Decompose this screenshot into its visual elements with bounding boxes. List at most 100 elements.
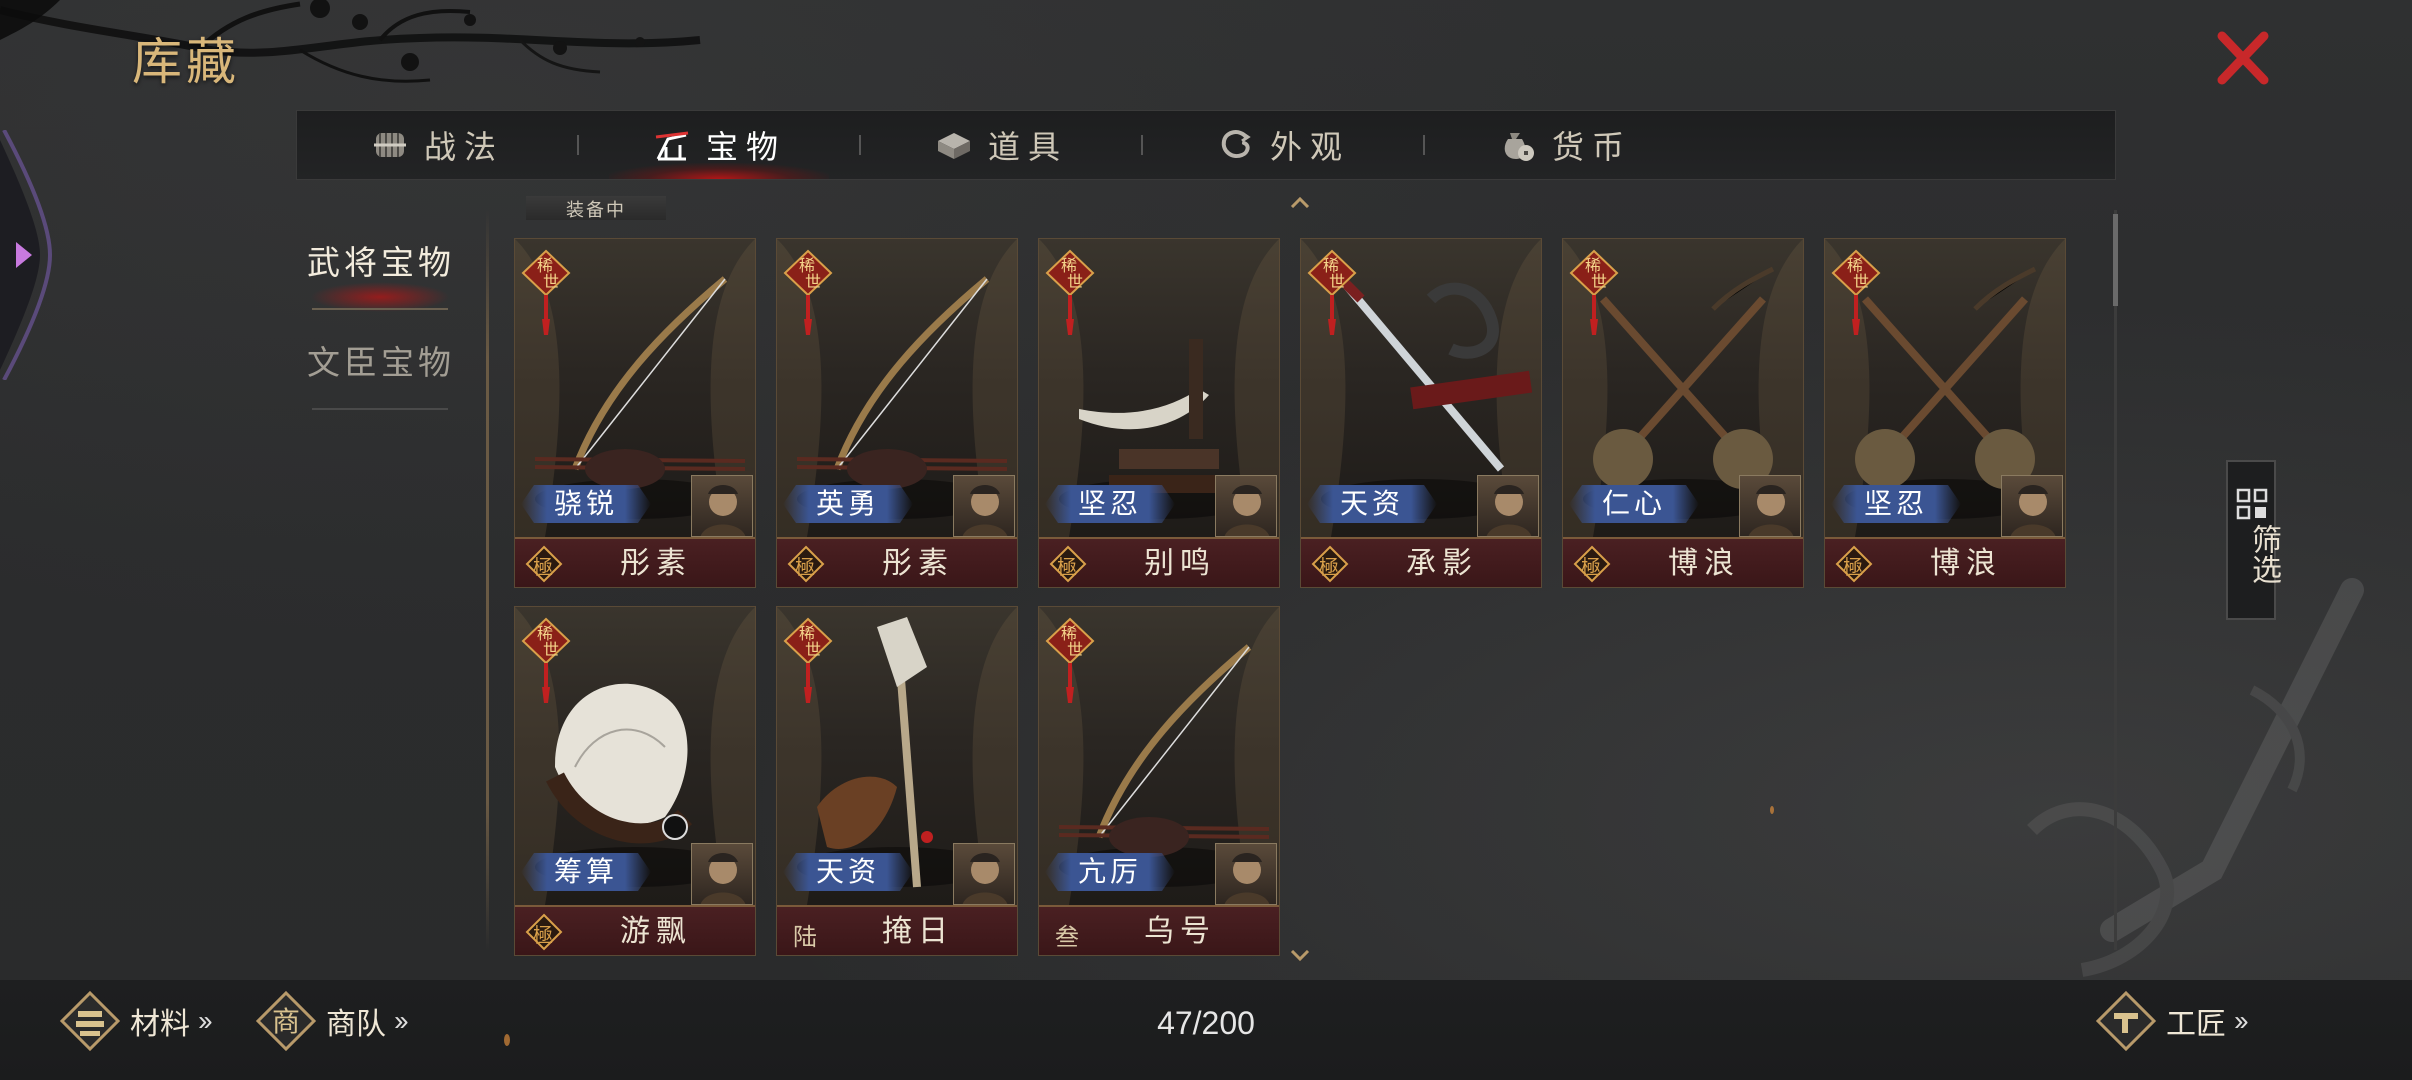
tab-label: 宝物	[705, 128, 786, 166]
filter-label: 筛选	[2246, 524, 2281, 584]
treasure-card[interactable]: 稀世坚忍極 别鸣	[1038, 238, 1280, 588]
trait-tag: 英勇	[783, 485, 913, 523]
chest-icon	[937, 133, 970, 159]
card-footer: 極 别鸣	[1039, 537, 1279, 587]
page-title: 库藏	[132, 33, 240, 91]
svg-text:世: 世	[543, 640, 559, 659]
storage-count: 47/200	[1157, 1005, 1255, 1041]
grade-label: 極	[1319, 555, 1339, 579]
tab-tactics[interactable]: 战法	[297, 111, 577, 179]
scrollbar-track[interactable]	[2114, 210, 2117, 950]
svg-text:商: 商	[272, 1005, 300, 1038]
treasure-card[interactable]: 稀世英勇極 彤素	[776, 238, 1018, 588]
card-footer: 極 承影	[1301, 537, 1541, 587]
tab-label: 战法	[423, 128, 504, 166]
subnav-divider	[312, 308, 448, 310]
subnav-divider	[312, 408, 448, 410]
rarity-badge-icon: 稀世	[521, 249, 571, 335]
rarity-badge-icon: 稀世	[1569, 249, 1619, 335]
caravan-icon: 商	[255, 990, 317, 1052]
grid-icon	[2236, 488, 2268, 520]
treasure-name: 游飘	[620, 914, 692, 949]
svg-text:世: 世	[805, 640, 821, 659]
trait-tag: 亢厉	[1045, 853, 1175, 891]
filter-button[interactable]: 筛选	[2226, 460, 2281, 620]
money-bag-icon	[1504, 133, 1534, 161]
general-portrait	[691, 843, 753, 905]
subnav-civil-treasures[interactable]: 文臣宝物	[296, 336, 466, 396]
scroll-down-arrow-icon[interactable]	[1290, 950, 1310, 962]
materials-link[interactable]: 材料 ››	[58, 986, 213, 1056]
scroll-bundle-icon	[373, 133, 406, 157]
tab-treasures[interactable]: 宝物	[579, 111, 859, 179]
close-icon[interactable]	[2212, 28, 2272, 88]
tab-appearance[interactable]: 外观	[1143, 111, 1423, 179]
chevron-right-icon: ››	[394, 1005, 409, 1036]
treasure-card[interactable]: 稀世筹算極 游飘	[514, 606, 756, 956]
tab-label: 外观	[1269, 128, 1350, 166]
trait-tag: 坚忍	[1831, 485, 1961, 523]
craftsman-icon	[2095, 990, 2157, 1052]
treasure-name: 掩日	[882, 914, 954, 949]
swirl-icon	[1221, 130, 1251, 158]
svg-text:世: 世	[1329, 272, 1345, 291]
grade-label: 極	[533, 923, 553, 947]
scroll-up-arrow-icon[interactable]	[1290, 196, 1310, 208]
side-drawer-arrow-icon[interactable]	[0, 130, 56, 380]
treasure-name: 彤素	[620, 546, 692, 581]
trait-tag: 天资	[783, 853, 913, 891]
tab-items[interactable]: 道具	[861, 111, 1141, 179]
svg-text:世: 世	[805, 272, 821, 291]
rarity-badge-icon: 稀世	[783, 617, 833, 703]
svg-text:世: 世	[1853, 272, 1869, 291]
svg-text:世: 世	[1067, 640, 1083, 659]
treasure-card[interactable]: 稀世亢厉叁 乌号	[1038, 606, 1280, 956]
craftsman-link[interactable]: 工匠 ››	[2094, 986, 2249, 1056]
scrollbar-thumb[interactable]	[2113, 214, 2118, 306]
svg-text:世: 世	[1591, 272, 1607, 291]
grade-label: 極	[795, 555, 815, 579]
category-tab-bar: 战法 宝物 道具 外观 货币	[296, 110, 2116, 180]
rarity-badge-icon: 稀世	[1045, 249, 1095, 335]
grade-label: 極	[533, 555, 553, 579]
craftsman-label: 工匠	[2166, 1008, 2226, 1041]
card-footer: 極 彤素	[777, 537, 1017, 587]
grade-label: 叁	[1055, 923, 1079, 951]
general-portrait	[1477, 475, 1539, 537]
treasure-name: 博浪	[1930, 546, 2002, 581]
card-footer: 極 博浪	[1825, 537, 2065, 587]
treasure-card[interactable]: 稀世天资陆 掩日	[776, 606, 1018, 956]
grade-label: 極	[1843, 555, 1863, 579]
general-portrait	[1215, 475, 1277, 537]
rarity-badge-icon: 稀世	[1045, 617, 1095, 703]
treasure-card[interactable]: 稀世天资極 承影	[1300, 238, 1542, 588]
content-divider	[486, 210, 489, 950]
caravan-link[interactable]: 商 商队 ››	[254, 986, 409, 1056]
rarity-badge-icon: 稀世	[783, 249, 833, 335]
grade-label: 極	[1057, 555, 1077, 579]
general-portrait	[691, 475, 753, 537]
treasure-name: 别鸣	[1144, 546, 1216, 581]
treasure-name: 乌号	[1144, 914, 1216, 949]
treasure-card[interactable]: 稀世骁锐極 彤素	[514, 238, 756, 588]
subnav-general-treasures[interactable]: 武将宝物	[296, 236, 466, 296]
general-portrait	[1739, 475, 1801, 537]
treasure-card[interactable]: 稀世坚忍極 博浪	[1824, 238, 2066, 588]
trait-tag: 坚忍	[1045, 485, 1175, 523]
general-portrait	[953, 475, 1015, 537]
trait-tag: 仁心	[1569, 485, 1699, 523]
materials-label: 材料	[130, 1008, 190, 1041]
grade-label: 極	[1581, 555, 1601, 579]
grade-label: 陆	[793, 923, 817, 951]
svg-text:世: 世	[543, 272, 559, 291]
caravan-label: 商队	[326, 1008, 386, 1041]
rarity-badge-icon: 稀世	[1307, 249, 1357, 335]
trait-tag: 天资	[1307, 485, 1437, 523]
trait-tag: 骁锐	[521, 485, 651, 523]
card-footer: 極 博浪	[1563, 537, 1803, 587]
trait-tag: 筹算	[521, 853, 651, 891]
ember-particle	[504, 1034, 510, 1046]
general-portrait	[1215, 843, 1277, 905]
tab-currency[interactable]: 货币	[1425, 111, 1705, 179]
treasure-card[interactable]: 稀世仁心極 博浪	[1562, 238, 1804, 588]
